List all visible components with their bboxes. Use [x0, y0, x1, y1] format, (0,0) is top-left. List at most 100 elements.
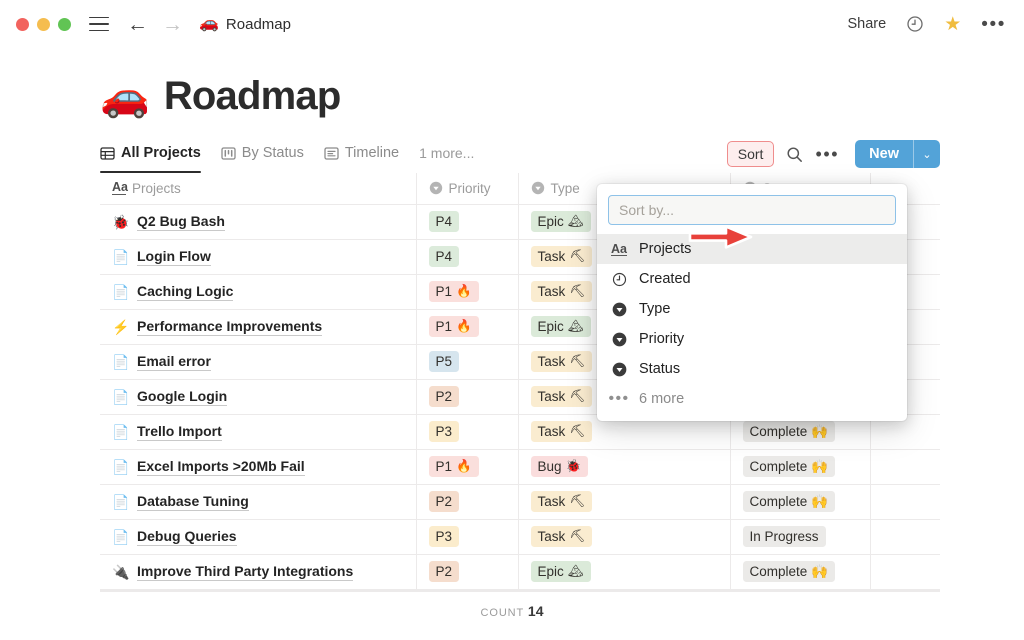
- hamburger-icon[interactable]: [89, 17, 109, 32]
- cell-priority[interactable]: P5: [416, 344, 518, 379]
- cell-priority[interactable]: P1🔥: [416, 449, 518, 484]
- sort-option-more[interactable]: ••• 6 more: [597, 384, 907, 414]
- cell-type[interactable]: Task⛏: [518, 519, 730, 554]
- row-title[interactable]: Login Flow: [137, 248, 211, 266]
- type-label: Epic: [538, 318, 564, 335]
- row-icon: 📄: [112, 285, 128, 299]
- tab-all-projects[interactable]: All Projects: [100, 139, 201, 173]
- table-row[interactable]: 📄Excel Imports >20Mb FailP1🔥 Bug🐞 Complete…: [100, 449, 940, 484]
- priority-badge: P4: [429, 211, 460, 232]
- priority-label: P3: [436, 423, 453, 440]
- cell-project[interactable]: 📄Debug Queries: [100, 519, 416, 554]
- sort-option-priority[interactable]: Priority: [597, 324, 907, 354]
- tabs-more-button[interactable]: 1 more...: [419, 145, 474, 167]
- type-label: Task: [538, 388, 566, 405]
- cell-status[interactable]: Complete 🙌: [730, 484, 870, 519]
- table-footer-divider: [100, 590, 940, 592]
- chevron-down-icon[interactable]: ⌄: [914, 140, 940, 168]
- search-icon[interactable]: [786, 146, 803, 163]
- cell-type[interactable]: Bug🐞: [518, 449, 730, 484]
- sort-search-box[interactable]: [608, 195, 896, 225]
- cell-project[interactable]: 📄Email error: [100, 344, 416, 379]
- cell-status[interactable]: Complete 🙌: [730, 449, 870, 484]
- sort-option-projects[interactable]: Aa Projects: [597, 234, 907, 264]
- row-icon: ⚡: [112, 320, 128, 334]
- row-title[interactable]: Excel Imports >20Mb Fail: [137, 458, 305, 476]
- new-button[interactable]: New ⌄: [855, 140, 940, 168]
- cell-priority[interactable]: P3: [416, 414, 518, 449]
- column-header-projects[interactable]: Aa Projects: [100, 173, 416, 204]
- cell-priority[interactable]: P1🔥: [416, 274, 518, 309]
- table-row[interactable]: 📄Debug QueriesP3Task⛏In Progress: [100, 519, 940, 554]
- page-title[interactable]: Roadmap: [164, 74, 341, 119]
- cell-priority[interactable]: P2: [416, 379, 518, 414]
- row-title[interactable]: Database Tuning: [137, 493, 249, 511]
- cell-project[interactable]: 🐞 Q2 Bug Bash: [100, 204, 416, 239]
- sort-search-input[interactable]: [619, 202, 885, 218]
- sort-option-label: 6 more: [639, 391, 684, 407]
- sort-button[interactable]: Sort: [727, 141, 775, 167]
- table-row[interactable]: 🔌Improve Third Party IntegrationsP2Epic🏔…: [100, 554, 940, 589]
- maximize-window-button[interactable]: [58, 18, 71, 31]
- row-title[interactable]: Performance Improvements: [137, 318, 322, 336]
- cell-project[interactable]: 📄Login Flow: [100, 239, 416, 274]
- board-view-icon: [221, 146, 236, 161]
- back-arrow-icon[interactable]: ←: [127, 14, 148, 35]
- select-property-icon: [531, 181, 545, 195]
- cell-spacer: [870, 554, 940, 589]
- select-property-icon: [429, 181, 443, 195]
- cell-priority[interactable]: P4: [416, 204, 518, 239]
- sort-option-label: Type: [639, 301, 670, 317]
- sort-option-type[interactable]: Type: [597, 294, 907, 324]
- cell-project[interactable]: 🔌Improve Third Party Integrations: [100, 554, 416, 589]
- close-window-button[interactable]: [16, 18, 29, 31]
- column-label: Priority: [449, 181, 491, 196]
- cell-type[interactable]: Epic🏔: [518, 554, 730, 589]
- view-more-options-icon[interactable]: •••: [815, 145, 839, 163]
- forward-arrow-icon[interactable]: →: [162, 14, 183, 35]
- traffic-light-buttons[interactable]: [16, 18, 71, 31]
- cell-project[interactable]: 📄Excel Imports >20Mb Fail: [100, 449, 416, 484]
- row-title[interactable]: Email error: [137, 353, 211, 371]
- tab-timeline[interactable]: Timeline: [324, 139, 399, 173]
- cell-spacer: [870, 519, 940, 554]
- cell-priority[interactable]: P2: [416, 484, 518, 519]
- clock-icon[interactable]: [906, 15, 924, 33]
- more-options-icon[interactable]: •••: [981, 15, 1006, 34]
- page-car-icon[interactable]: 🚗: [100, 77, 150, 117]
- status-label: Complete 🙌: [750, 493, 828, 510]
- row-title[interactable]: Trello Import: [137, 423, 222, 441]
- row-title[interactable]: Caching Logic: [137, 283, 233, 301]
- cell-spacer: [870, 449, 940, 484]
- cell-priority[interactable]: P4: [416, 239, 518, 274]
- share-button[interactable]: Share: [847, 16, 886, 32]
- cell-status[interactable]: Complete 🙌: [730, 554, 870, 589]
- sort-option-label: Priority: [639, 331, 684, 347]
- priority-emoji: 🔥: [456, 458, 472, 475]
- row-title[interactable]: Google Login: [137, 388, 227, 406]
- row-title[interactable]: Q2 Bug Bash: [137, 213, 225, 231]
- cell-type[interactable]: Task⛏: [518, 484, 730, 519]
- row-title[interactable]: Debug Queries: [137, 528, 237, 546]
- cell-project[interactable]: 📄 Caching Logic: [100, 274, 416, 309]
- cell-project[interactable]: 📄Google Login: [100, 379, 416, 414]
- car-icon: 🚗: [199, 16, 219, 32]
- cell-project[interactable]: 📄Trello Import: [100, 414, 416, 449]
- cell-priority[interactable]: P2: [416, 554, 518, 589]
- type-badge: Bug🐞: [531, 456, 589, 477]
- cell-priority[interactable]: P1🔥: [416, 309, 518, 344]
- breadcrumb[interactable]: 🚗 Roadmap: [199, 16, 291, 33]
- row-title[interactable]: Improve Third Party Integrations: [137, 563, 353, 581]
- tab-by-status[interactable]: By Status: [221, 139, 304, 173]
- cell-status[interactable]: In Progress: [730, 519, 870, 554]
- sort-option-created[interactable]: Created: [597, 264, 907, 294]
- star-icon[interactable]: ★: [944, 15, 961, 34]
- sort-option-status[interactable]: Status: [597, 354, 907, 384]
- table-row[interactable]: 📄Database TuningP2Task⛏ Complete 🙌: [100, 484, 940, 519]
- cell-project[interactable]: 📄Database Tuning: [100, 484, 416, 519]
- cell-priority[interactable]: P3: [416, 519, 518, 554]
- cell-project[interactable]: ⚡ Performance Improvements: [100, 309, 416, 344]
- row-icon: 🐞: [112, 215, 128, 229]
- column-header-priority[interactable]: Priority: [416, 173, 518, 204]
- minimize-window-button[interactable]: [37, 18, 50, 31]
